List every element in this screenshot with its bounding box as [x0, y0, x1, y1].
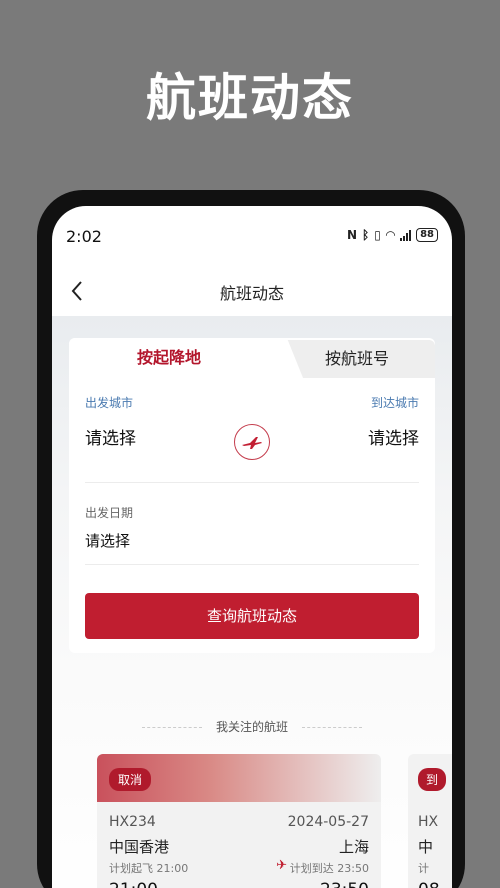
swap-button[interactable] [234, 424, 270, 460]
promo-title: 航班动态 [146, 69, 354, 127]
to-city-label: 到达城市 [370, 396, 419, 410]
origin-city: 中 [418, 838, 434, 856]
phone-screen: 2:02 N ᛒ ▯ ◠ 88 航班动态 . 按起降地 按航班号 出发城市 [52, 206, 452, 888]
divider [85, 564, 419, 565]
wifi-icon: ◠ [385, 228, 396, 242]
tab-by-flight-number[interactable]: 按航班号 [279, 340, 435, 378]
to-city-field[interactable]: 请选择 [368, 424, 419, 449]
tab-by-route[interactable]: 按起降地 [69, 338, 269, 378]
search-card: . 按起降地 按航班号 出发城市 请选择 到达城市 请选择 出发日期 请选择 查… [69, 338, 435, 653]
flight-date: 2024-05-27 [287, 814, 369, 830]
origin-city: 中国香港 [109, 838, 170, 856]
scheduled-departure: 计划起飞 21:00 [109, 862, 189, 875]
dashed-line [141, 727, 202, 728]
followed-flight-card-partial[interactable]: 到 HX 中 计 08 [408, 754, 452, 888]
flight-number: HX234 [109, 814, 156, 830]
vibrate-icon: ▯ [374, 228, 381, 242]
scheduled-departure: 计 [418, 862, 429, 875]
nav-bar: 航班动态 [52, 266, 452, 316]
page-title: 航班动态 [219, 284, 284, 303]
arrival-plane-icon: ✈ [276, 858, 287, 873]
date-field[interactable]: 请选择 [85, 530, 130, 551]
followed-section-title: 我关注的航班 [52, 718, 452, 735]
section-title-text: 我关注的航班 [215, 720, 288, 734]
airplane-swap-icon [242, 437, 262, 449]
from-city-label: 出发城市 [85, 396, 134, 410]
departure-time: 08 [418, 880, 440, 888]
search-tabs: . 按起降地 按航班号 [69, 338, 435, 378]
arrival-time: 23:50 [320, 880, 369, 888]
status-bar: 2:02 N ᛒ ▯ ◠ 88 [52, 206, 452, 266]
destination-city: 上海 [338, 838, 369, 856]
status-icons: N ᛒ ▯ ◠ 88 [347, 228, 438, 242]
date-label: 出发日期 [85, 506, 134, 520]
status-time: 2:02 [66, 227, 102, 246]
dashed-line [302, 727, 362, 728]
divider [85, 482, 419, 483]
battery-icon: 88 [416, 228, 438, 242]
followed-flight-card[interactable]: 取消 HX234 2024-05-27 中国香港 上海 计划起飞 21:00 ✈… [97, 754, 381, 888]
bluetooth-icon: ᛒ [362, 228, 370, 242]
status-badge: 到 [418, 768, 447, 791]
flight-number: HX [418, 814, 439, 830]
signal-icon [400, 229, 412, 241]
query-flight-status-button[interactable]: 查询航班动态 [85, 593, 419, 639]
status-badge: 取消 [109, 768, 152, 791]
scheduled-arrival: 计划到达 23:50 [289, 862, 369, 875]
nfc-icon: N [346, 228, 358, 242]
departure-time: 21:00 [109, 880, 158, 888]
from-city-field[interactable]: 请选择 [85, 424, 136, 449]
